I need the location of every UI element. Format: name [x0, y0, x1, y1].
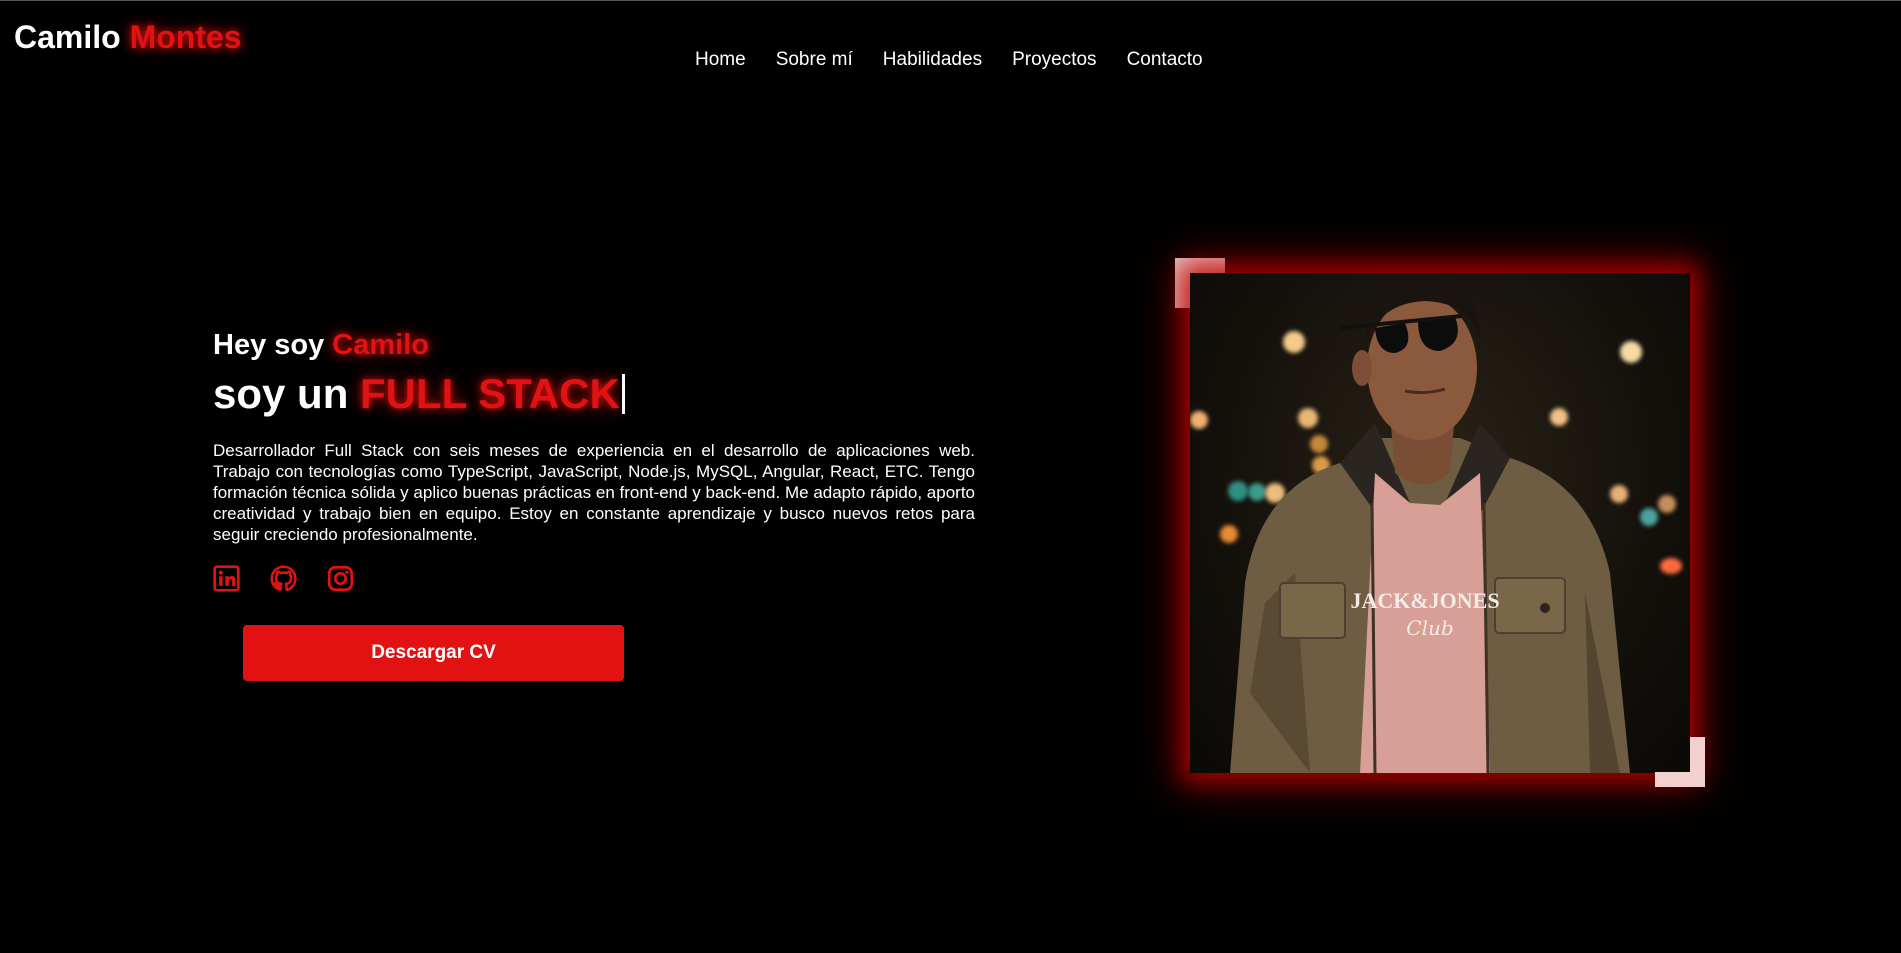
- nav-home[interactable]: Home: [695, 49, 746, 71]
- instagram-icon[interactable]: [327, 565, 354, 592]
- logo-first-name: Camilo: [14, 19, 121, 55]
- greeting-name: Camilo: [332, 329, 429, 361]
- nav-contacto[interactable]: Contacto: [1127, 49, 1203, 71]
- site-logo[interactable]: Camilo Montes: [14, 19, 242, 56]
- nav-proyectos[interactable]: Proyectos: [1012, 49, 1096, 71]
- logo-last-name: Montes: [129, 19, 242, 55]
- greeting-heading: Hey soy Camilo: [213, 329, 975, 362]
- social-links: [213, 565, 975, 592]
- hero-section: Hey soy Camilo soy un FULL STACK Desarro…: [213, 329, 975, 592]
- main-nav: Home Sobre mí Habilidades Proyectos Cont…: [695, 49, 1233, 71]
- typing-caret: [621, 374, 625, 414]
- role-heading: soy un FULL STACK: [213, 370, 975, 418]
- role-prefix: soy un: [213, 370, 349, 417]
- role-highlight: FULL STACK: [360, 370, 620, 417]
- linkedin-icon[interactable]: [213, 565, 240, 592]
- frame-corner-bottom-right: [1655, 737, 1705, 787]
- shirt-print-brand: JACK&JONES: [1350, 588, 1499, 613]
- profile-photo: JACK&JONES Club: [1190, 273, 1690, 773]
- person-illustration: JACK&JONES Club: [1230, 278, 1630, 773]
- page: Camilo Montes Home Sobre mí Habilidades …: [0, 0, 1901, 953]
- bio-paragraph: Desarrollador Full Stack con seis meses …: [213, 441, 975, 544]
- nav-habilidades[interactable]: Habilidades: [883, 49, 982, 71]
- download-cv-button[interactable]: Descargar CV: [243, 625, 624, 681]
- nav-sobre-mi[interactable]: Sobre mí: [776, 49, 853, 71]
- greeting-prefix: Hey soy: [213, 329, 325, 361]
- profile-photo-frame: JACK&JONES Club: [1190, 273, 1690, 773]
- shirt-print-script: Club: [1406, 616, 1453, 640]
- github-icon[interactable]: [270, 565, 297, 592]
